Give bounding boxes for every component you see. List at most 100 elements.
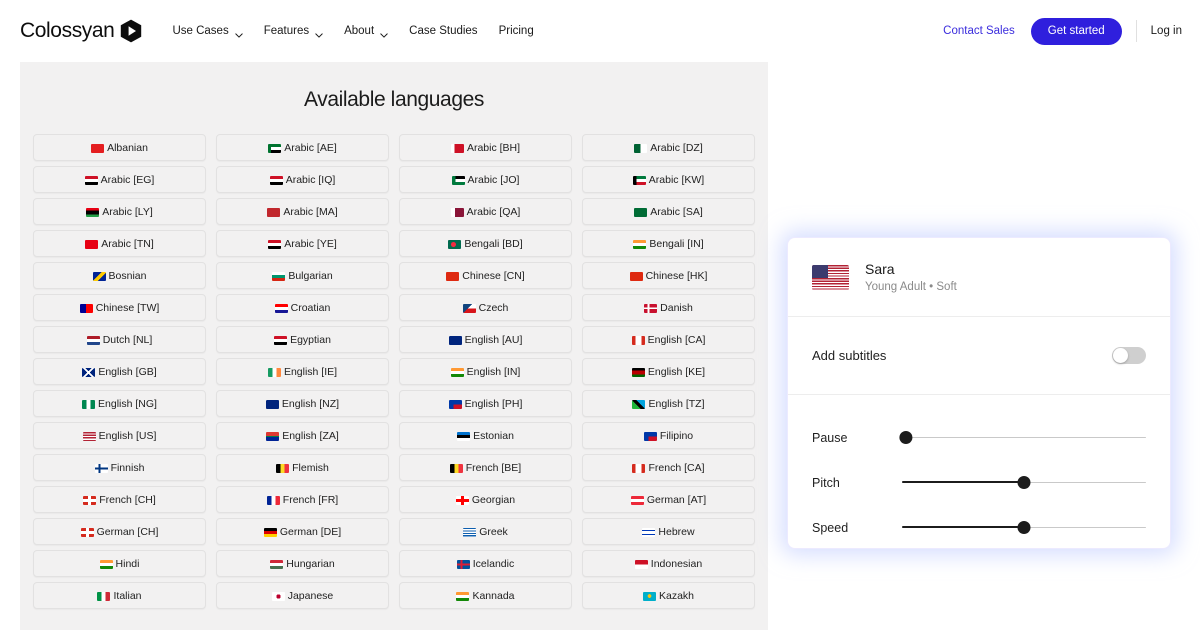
language-card[interactable]: English [NG] bbox=[33, 390, 206, 417]
flag-icon-tz bbox=[632, 400, 645, 409]
language-card[interactable]: Greek bbox=[399, 518, 572, 545]
language-card[interactable]: Hebrew bbox=[582, 518, 755, 545]
language-card[interactable]: English [AU] bbox=[399, 326, 572, 353]
nav-item-pricing[interactable]: Pricing bbox=[499, 25, 534, 37]
language-card[interactable]: Japanese bbox=[216, 582, 389, 609]
language-card[interactable]: Estonian bbox=[399, 422, 572, 449]
get-started-button[interactable]: Get started bbox=[1031, 18, 1122, 45]
language-card[interactable]: Arabic [TN] bbox=[33, 230, 206, 257]
language-card[interactable]: English [PH] bbox=[399, 390, 572, 417]
pause-slider[interactable] bbox=[902, 431, 1146, 445]
language-card[interactable]: English [NZ] bbox=[216, 390, 389, 417]
language-card[interactable]: Bengali [IN] bbox=[582, 230, 755, 257]
nav-item-use-cases[interactable]: Use Cases bbox=[172, 25, 242, 37]
language-card[interactable]: Filipino bbox=[582, 422, 755, 449]
slider-thumb[interactable] bbox=[1018, 476, 1031, 489]
language-card[interactable]: Chinese [TW] bbox=[33, 294, 206, 321]
language-card[interactable]: French [CA] bbox=[582, 454, 755, 481]
language-card[interactable]: Arabic [YE] bbox=[216, 230, 389, 257]
language-card[interactable]: Chinese [CN] bbox=[399, 262, 572, 289]
language-card[interactable]: Dutch [NL] bbox=[33, 326, 206, 353]
language-card[interactable]: Danish bbox=[582, 294, 755, 321]
nav-item-case-studies[interactable]: Case Studies bbox=[409, 25, 477, 37]
language-card[interactable]: Hindi bbox=[33, 550, 206, 577]
play-hexagon-logo-icon bbox=[120, 19, 142, 43]
language-card[interactable]: French [FR] bbox=[216, 486, 389, 513]
flag-icon-eg bbox=[274, 336, 287, 345]
nav-item-about[interactable]: About bbox=[344, 25, 388, 37]
language-card[interactable]: English [CA] bbox=[582, 326, 755, 353]
language-card[interactable]: English [US] bbox=[33, 422, 206, 449]
language-card[interactable]: Arabic [LY] bbox=[33, 198, 206, 225]
flag-icon-iq bbox=[270, 176, 283, 185]
nav-label: About bbox=[344, 25, 374, 37]
language-card[interactable]: Bulgarian bbox=[216, 262, 389, 289]
voice-header[interactable]: Sara Young Adult • Soft bbox=[788, 238, 1170, 317]
language-card[interactable]: English [GB] bbox=[33, 358, 206, 385]
language-card[interactable]: Arabic [BH] bbox=[399, 134, 572, 161]
brand-logo[interactable]: Colossyan bbox=[20, 19, 142, 43]
language-card[interactable]: English [KE] bbox=[582, 358, 755, 385]
language-card[interactable]: French [CH] bbox=[33, 486, 206, 513]
language-card[interactable]: German [AT] bbox=[582, 486, 755, 513]
slider-row-pause: Pause bbox=[812, 415, 1146, 460]
language-card[interactable]: Arabic [DZ] bbox=[582, 134, 755, 161]
language-card[interactable]: Bengali [BD] bbox=[399, 230, 572, 257]
language-label: Arabic [EG] bbox=[101, 174, 155, 186]
flag-icon-in bbox=[451, 368, 464, 377]
slider-fill bbox=[902, 526, 1024, 528]
language-card[interactable]: Italian bbox=[33, 582, 206, 609]
language-card[interactable]: Arabic [KW] bbox=[582, 166, 755, 193]
language-card[interactable]: Icelandic bbox=[399, 550, 572, 577]
slider-thumb[interactable] bbox=[1018, 521, 1031, 534]
slider-fill bbox=[902, 481, 1024, 483]
language-card[interactable]: English [TZ] bbox=[582, 390, 755, 417]
language-card[interactable]: Georgian bbox=[399, 486, 572, 513]
language-card[interactable]: Arabic [QA] bbox=[399, 198, 572, 225]
language-card[interactable]: Bosnian bbox=[33, 262, 206, 289]
flag-icon-hk bbox=[630, 272, 643, 281]
language-label: Estonian bbox=[473, 430, 514, 442]
add-subtitles-toggle[interactable] bbox=[1112, 347, 1146, 364]
voice-meta: Young Adult • Soft bbox=[865, 281, 957, 293]
language-card[interactable]: German [DE] bbox=[216, 518, 389, 545]
language-card[interactable]: Arabic [AE] bbox=[216, 134, 389, 161]
language-card[interactable]: Arabic [MA] bbox=[216, 198, 389, 225]
language-card[interactable]: Kannada bbox=[399, 582, 572, 609]
language-card[interactable]: Arabic [JO] bbox=[399, 166, 572, 193]
language-card[interactable]: English [IE] bbox=[216, 358, 389, 385]
flag-icon-eg bbox=[85, 176, 98, 185]
language-card[interactable]: Flemish bbox=[216, 454, 389, 481]
language-card[interactable]: Arabic [SA] bbox=[582, 198, 755, 225]
language-card[interactable]: Kazakh bbox=[582, 582, 755, 609]
flag-icon-gr bbox=[463, 528, 476, 537]
flag-icon-ee bbox=[457, 432, 470, 441]
language-card[interactable]: Indonesian bbox=[582, 550, 755, 577]
slider-label: Pause bbox=[812, 431, 902, 445]
language-card[interactable]: German [CH] bbox=[33, 518, 206, 545]
language-card[interactable]: Hungarian bbox=[216, 550, 389, 577]
language-card[interactable]: English [IN] bbox=[399, 358, 572, 385]
pitch-slider[interactable] bbox=[902, 476, 1146, 490]
language-card[interactable]: Chinese [HK] bbox=[582, 262, 755, 289]
language-card[interactable]: French [BE] bbox=[399, 454, 572, 481]
flag-icon-hu bbox=[270, 560, 283, 569]
slider-thumb[interactable] bbox=[899, 431, 912, 444]
flag-icon-nl bbox=[87, 336, 100, 345]
page-title: Available languages bbox=[20, 88, 768, 112]
language-card[interactable]: Czech bbox=[399, 294, 572, 321]
log-in-link[interactable]: Log in bbox=[1151, 25, 1182, 37]
language-card[interactable]: Croatian bbox=[216, 294, 389, 321]
language-card[interactable]: Arabic [IQ] bbox=[216, 166, 389, 193]
speed-slider[interactable] bbox=[902, 521, 1146, 535]
language-card[interactable]: Arabic [EG] bbox=[33, 166, 206, 193]
language-card[interactable]: Finnish bbox=[33, 454, 206, 481]
main-nav: Use Cases Features About Case Studies bbox=[172, 25, 533, 37]
language-label: Arabic [JO] bbox=[468, 174, 520, 186]
language-card[interactable]: Egyptian bbox=[216, 326, 389, 353]
language-card[interactable]: English [ZA] bbox=[216, 422, 389, 449]
nav-item-features[interactable]: Features bbox=[264, 25, 323, 37]
contact-sales-link[interactable]: Contact Sales bbox=[943, 25, 1015, 37]
language-label: Egyptian bbox=[290, 334, 331, 346]
language-card[interactable]: Albanian bbox=[33, 134, 206, 161]
